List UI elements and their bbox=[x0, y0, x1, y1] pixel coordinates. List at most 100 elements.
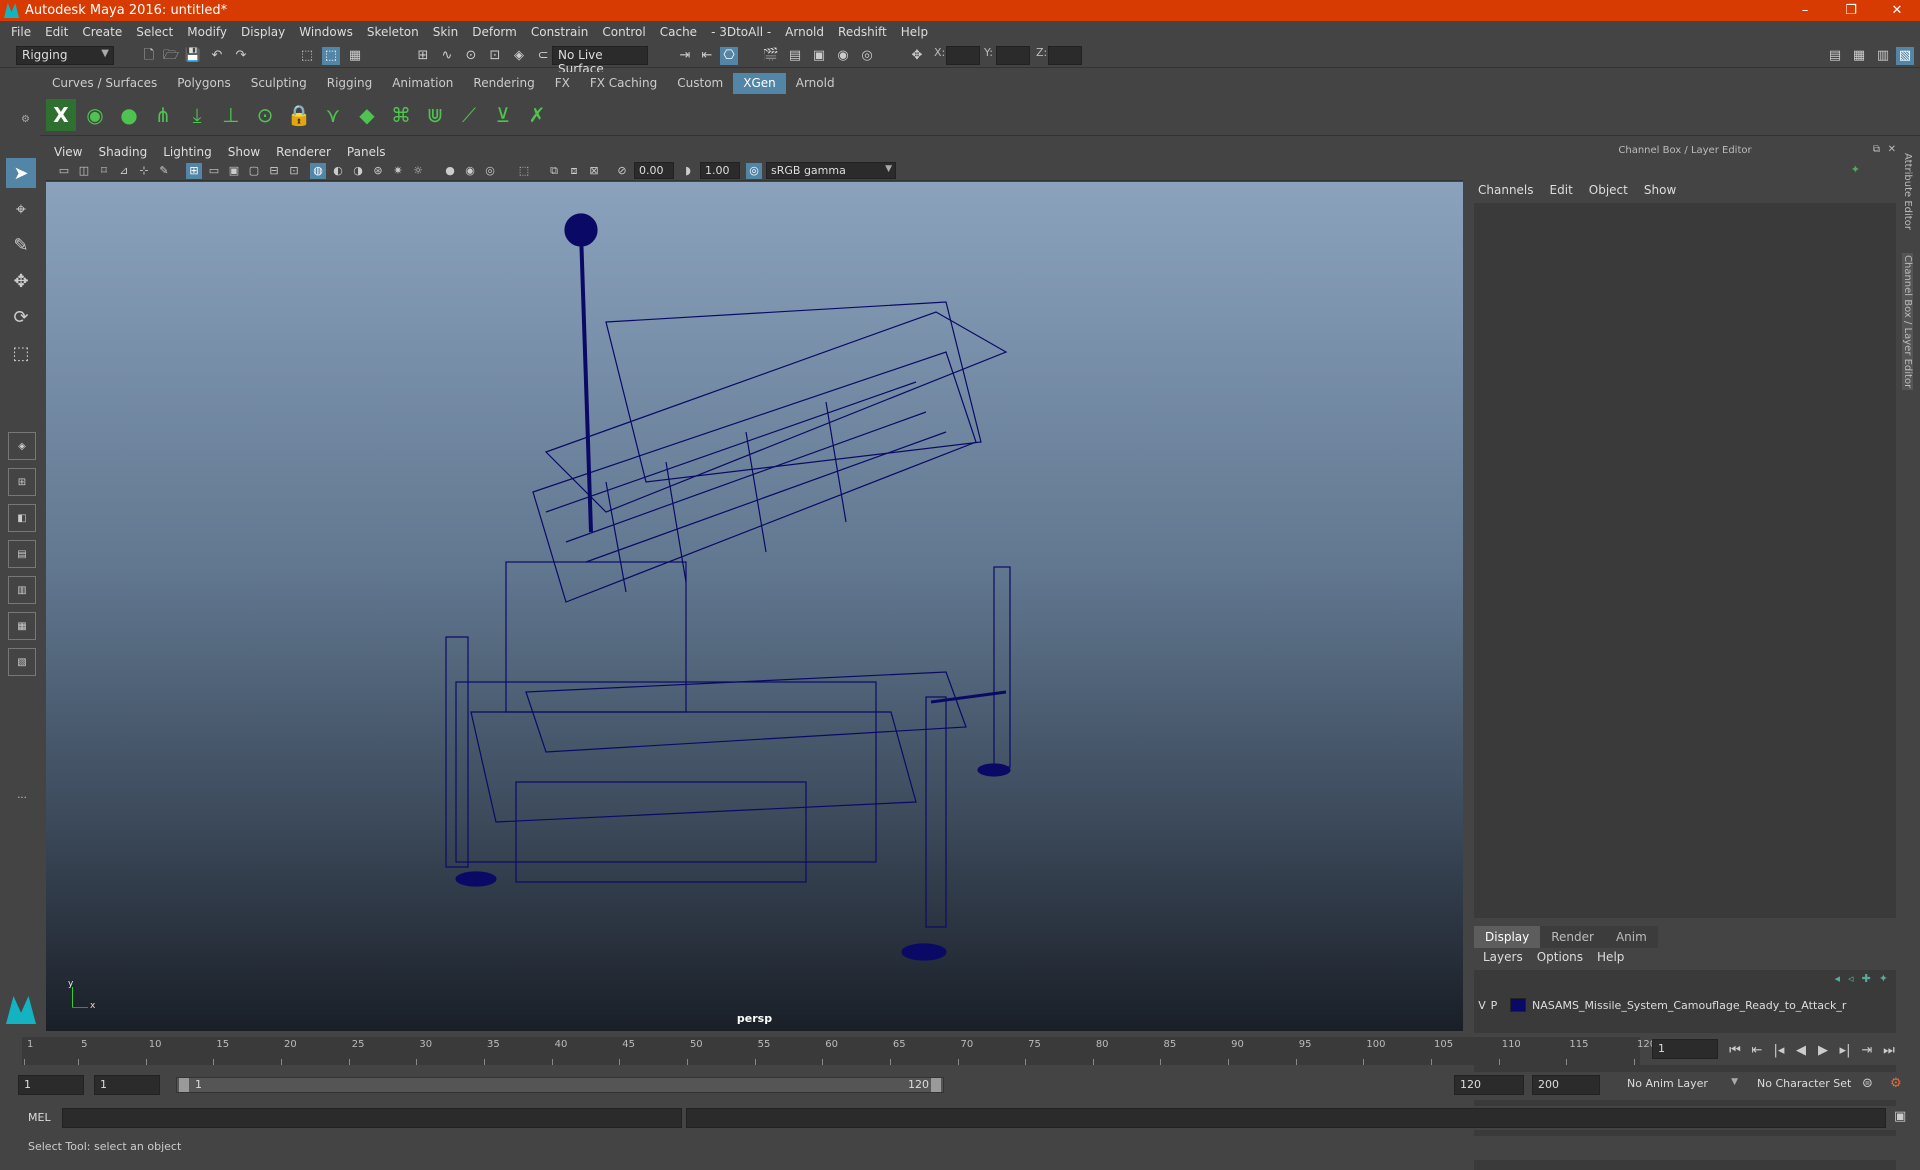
layer-tab-anim[interactable]: Anim bbox=[1604, 926, 1658, 948]
field-chart-icon[interactable]: ⊟ bbox=[266, 163, 282, 179]
step-forward-frame-icon[interactable]: ▸| bbox=[1834, 1043, 1856, 1058]
tool-settings-icon[interactable]: ▥ bbox=[1874, 47, 1892, 65]
2d-pan-zoom-icon[interactable]: ⊹ bbox=[136, 163, 152, 179]
move-tool-icon[interactable]: ✥ bbox=[6, 266, 36, 296]
shelf-tab-fx-caching[interactable]: FX Caching bbox=[580, 73, 667, 94]
shelf-tab-custom[interactable]: Custom bbox=[667, 73, 733, 94]
cb-menu-object[interactable]: Object bbox=[1581, 183, 1636, 197]
exposure-icon[interactable]: ⊘ bbox=[614, 163, 630, 179]
range-slider[interactable]: 1 120 bbox=[176, 1077, 944, 1093]
layer-visibility-toggle[interactable]: V bbox=[1476, 999, 1488, 1012]
menuset-dropdown[interactable]: Rigging ▼ bbox=[16, 46, 114, 65]
render-current-icon[interactable]: 🎬 bbox=[762, 47, 780, 65]
gamma-field[interactable]: 1.00 bbox=[700, 162, 740, 179]
y-input[interactable] bbox=[996, 46, 1030, 65]
outliner-graph-layout-icon[interactable]: ▦ bbox=[8, 612, 36, 640]
isolate-select-icon[interactable]: ⬚ bbox=[516, 163, 532, 179]
hypershade-icon[interactable]: ◉ bbox=[834, 47, 852, 65]
magnet-icon[interactable]: ⊂ bbox=[534, 47, 552, 65]
resolution-gate-icon[interactable]: ▣ bbox=[226, 163, 242, 179]
hypershade-layout-icon[interactable]: ▧ bbox=[8, 648, 36, 676]
menu-deform[interactable]: Deform bbox=[465, 25, 524, 39]
menu-cache[interactable]: Cache bbox=[653, 25, 704, 39]
xgen-place-guides-icon[interactable]: ⋔ bbox=[148, 99, 178, 131]
menu-help[interactable]: Help bbox=[894, 25, 935, 39]
modeling-toolkit-icon[interactable]: ▤ bbox=[1826, 47, 1844, 65]
shelf-tab-animation[interactable]: Animation bbox=[382, 73, 463, 94]
outliner-persp-layout-icon[interactable]: ▤ bbox=[8, 540, 36, 568]
two-view-layout-icon[interactable]: ◧ bbox=[8, 504, 36, 532]
channel-box-body[interactable] bbox=[1474, 203, 1896, 918]
step-forward-key-icon[interactable]: ⇥ bbox=[1856, 1043, 1878, 1058]
menu-redshift[interactable]: Redshift bbox=[831, 25, 894, 39]
graph-persp-layout-icon[interactable]: ▥ bbox=[8, 576, 36, 604]
menu-windows[interactable]: Windows bbox=[292, 25, 360, 39]
bookmark-icon[interactable]: ⌑ bbox=[96, 163, 112, 179]
exposure-field[interactable]: 0.00 bbox=[634, 162, 674, 179]
single-view-layout-icon[interactable]: ◈ bbox=[8, 432, 36, 460]
xgen-layers-icon[interactable]: ◆ bbox=[352, 99, 382, 131]
smooth-shade-icon[interactable]: ◐ bbox=[330, 163, 346, 179]
layer-tab-render[interactable]: Render bbox=[1540, 926, 1605, 948]
range-end-handle[interactable] bbox=[931, 1078, 941, 1092]
move-layer-down-icon[interactable]: ◃ bbox=[1848, 972, 1854, 985]
menu-create[interactable]: Create bbox=[75, 25, 129, 39]
shelf-tab-fx[interactable]: FX bbox=[545, 73, 580, 94]
select-component-icon[interactable]: ▦ bbox=[346, 47, 364, 65]
snap-grid-icon[interactable]: ⊞ bbox=[414, 47, 432, 65]
layer-tab-display[interactable]: Display bbox=[1474, 926, 1541, 948]
play-backward-icon[interactable]: ◀ bbox=[1790, 1043, 1812, 1058]
undo-icon[interactable]: ↶ bbox=[208, 47, 226, 65]
menu-display[interactable]: Display bbox=[234, 25, 292, 39]
channel-box-tab[interactable]: Channel Box / Layer Editor bbox=[1902, 253, 1913, 391]
vp-menu-show[interactable]: Show bbox=[220, 145, 268, 159]
le-menu-layers[interactable]: Layers bbox=[1476, 950, 1530, 964]
menu-constrain[interactable]: Constrain bbox=[524, 25, 596, 39]
new-layer-icon[interactable]: ✚ bbox=[1862, 972, 1871, 985]
shelf-tab-sculpting[interactable]: Sculpting bbox=[241, 73, 317, 94]
new-scene-icon[interactable]: 🗋 bbox=[140, 47, 158, 65]
xgen-cut-icon[interactable]: ⊻ bbox=[488, 99, 518, 131]
start-time-field[interactable]: 1 bbox=[18, 1075, 84, 1095]
render-view-icon[interactable]: ◎ bbox=[858, 47, 876, 65]
xgen-editor-icon[interactable]: X bbox=[46, 99, 76, 131]
four-view-layout-icon[interactable]: ⊞ bbox=[8, 468, 36, 496]
gate-mask-icon[interactable]: ▢ bbox=[246, 163, 262, 179]
xgen-delete-icon[interactable]: ✗ bbox=[522, 99, 552, 131]
menu-select[interactable]: Select bbox=[129, 25, 180, 39]
auto-key-icon[interactable]: ⊜ bbox=[1862, 1076, 1873, 1091]
vp-menu-lighting[interactable]: Lighting bbox=[155, 145, 220, 159]
xgen-add-guide-icon[interactable]: ⤓ bbox=[182, 99, 212, 131]
color-management-icon[interactable]: ◎ bbox=[746, 163, 762, 179]
x-input[interactable] bbox=[946, 46, 980, 65]
xray-joints-icon[interactable]: ⧈ bbox=[566, 163, 582, 179]
script-editor-icon[interactable]: ▣ bbox=[1894, 1109, 1906, 1124]
menu-edit[interactable]: Edit bbox=[38, 25, 75, 39]
character-set-dropdown[interactable]: No Character Set bbox=[1752, 1075, 1862, 1095]
current-frame-field[interactable]: 1 bbox=[1652, 1039, 1718, 1059]
anim-prefs-icon[interactable]: ⚙ bbox=[1890, 1076, 1902, 1091]
xray-components-icon[interactable]: ⊠ bbox=[586, 163, 602, 179]
wireframe-on-shaded-icon[interactable]: ◑ bbox=[350, 163, 366, 179]
output-ops-icon[interactable]: ⇤ bbox=[698, 47, 716, 65]
gamma-icon[interactable]: ◗ bbox=[680, 163, 696, 179]
attribute-editor-icon[interactable]: ▦ bbox=[1850, 47, 1868, 65]
step-back-key-icon[interactable]: ⇤ bbox=[1746, 1043, 1768, 1058]
lasso-tool-icon[interactable]: ⌖ bbox=[6, 194, 36, 224]
snap-view-icon[interactable]: ⊡ bbox=[486, 47, 504, 65]
shelf-tab-rigging[interactable]: Rigging bbox=[317, 73, 382, 94]
vp-menu-renderer[interactable]: Renderer bbox=[268, 145, 339, 159]
shelf-tab-xgen[interactable]: XGen bbox=[733, 73, 786, 94]
open-scene-icon[interactable]: 🗁 bbox=[162, 47, 180, 65]
time-ruler[interactable]: 1 5 10 15 20 25 30 35 40 45 50 55 60 65 70 75 80 85 90 95 10… bbox=[22, 1037, 1656, 1065]
motion-blur-icon[interactable]: ◉ bbox=[462, 163, 478, 179]
select-object-icon[interactable]: ⬚ bbox=[322, 47, 340, 65]
paint-select-tool-icon[interactable]: ✎ bbox=[6, 230, 36, 260]
menu-skin[interactable]: Skin bbox=[426, 25, 466, 39]
perspective-viewport[interactable]: y x persp bbox=[46, 182, 1463, 1031]
film-gate-icon[interactable]: ▭ bbox=[206, 163, 222, 179]
mel-input[interactable] bbox=[62, 1108, 682, 1128]
step-back-frame-icon[interactable]: |◂ bbox=[1768, 1043, 1790, 1058]
shelf-tab-rendering[interactable]: Rendering bbox=[463, 73, 544, 94]
xgen-sculpt-icon[interactable]: ⌘ bbox=[386, 99, 416, 131]
